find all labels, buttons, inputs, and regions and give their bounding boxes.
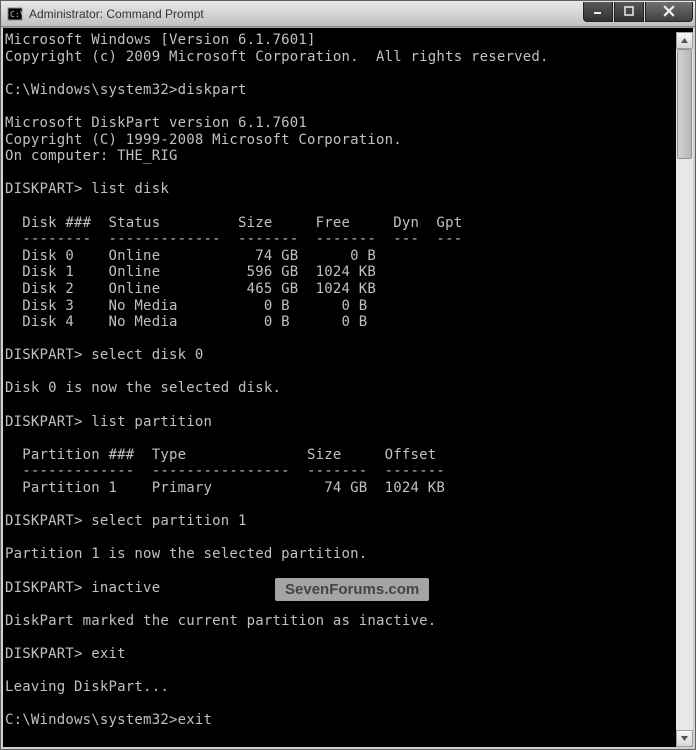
scroll-up-button[interactable] <box>676 32 693 49</box>
terminal-output[interactable]: Microsoft Windows [Version 6.1.7601] Cop… <box>3 32 676 747</box>
scroll-down-button[interactable] <box>676 730 693 747</box>
cmd-icon: C:\ <box>7 6 23 22</box>
vertical-scrollbar[interactable] <box>676 32 693 747</box>
svg-text:C:\: C:\ <box>10 10 23 19</box>
window-title: Administrator: Command Prompt <box>29 7 583 21</box>
close-button[interactable] <box>645 2 693 22</box>
client-area: Microsoft Windows [Version 6.1.7601] Cop… <box>1 27 695 749</box>
titlebar[interactable]: C:\ Administrator: Command Prompt <box>1 1 695 27</box>
window-controls <box>583 2 693 22</box>
maximize-button[interactable] <box>614 2 644 22</box>
scrollbar-thumb[interactable] <box>677 49 692 159</box>
scrollbar-track[interactable] <box>676 49 693 730</box>
command-prompt-window: C:\ Administrator: Command Prompt Micros… <box>0 0 696 750</box>
minimize-button[interactable] <box>583 2 613 22</box>
